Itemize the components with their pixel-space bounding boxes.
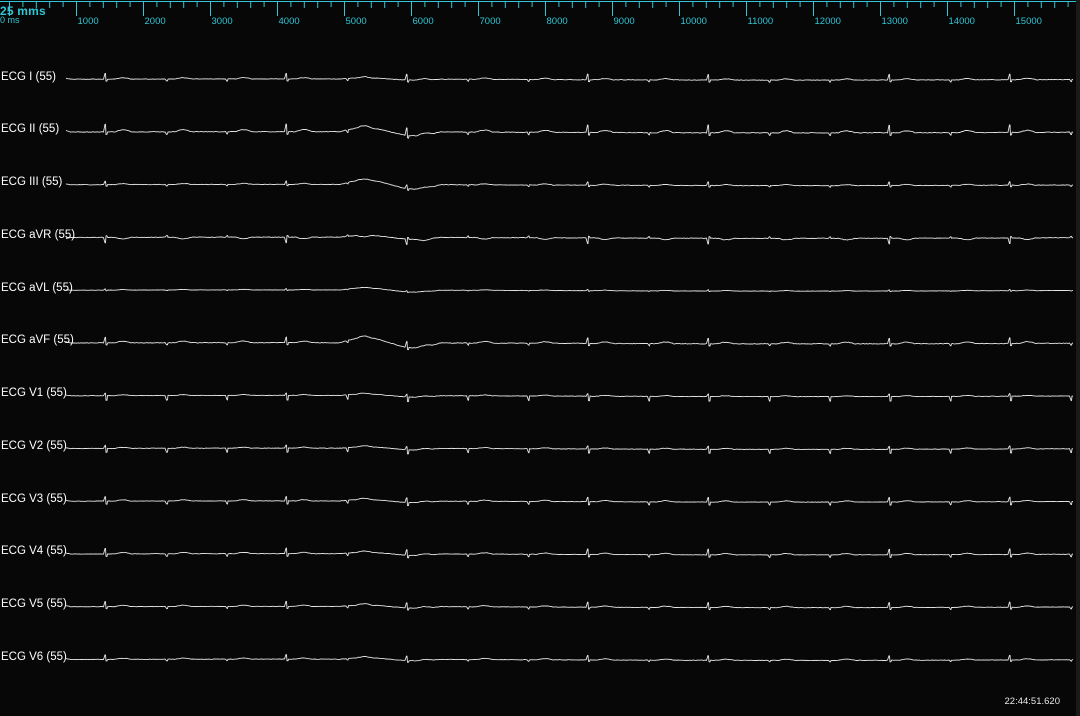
ecg-trace-v6 [65,654,1074,663]
lead-label-v5[interactable]: ECG V5 (55) [1,598,67,610]
ecg-viewer: 1000 2000 3000 4000 5000 6000 7000 8000 9000 1000… [0,0,1080,716]
lead-label-avf[interactable]: ECG aVF (55) [1,334,74,346]
lead-label-avl[interactable]: ECG aVL (55) [1,282,73,294]
ecg-waveforms [65,72,1074,663]
lead-label-i[interactable]: ECG I (55) [1,71,56,83]
lead-label-v2[interactable]: ECG V2 (55) [1,440,67,452]
ecg-traces-area[interactable] [0,0,1080,716]
lead-label-avr[interactable]: ECG aVR (55) [1,229,75,241]
ecg-trace-v3 [65,496,1074,507]
vertical-scrollbar[interactable] [1076,0,1080,716]
lead-label-v1[interactable]: ECG V1 (55) [1,387,67,399]
ecg-trace-v4 [65,547,1074,559]
lead-label-v6[interactable]: ECG V6 (55) [1,651,67,663]
lead-label-ii[interactable]: ECG II (55) [1,123,59,135]
ecg-trace-v1 [65,392,1074,402]
lead-label-v3[interactable]: ECG V3 (55) [1,493,67,505]
ecg-trace-iii [65,178,1074,191]
ecg-trace-v5 [65,600,1074,611]
ecg-trace-ii [65,123,1074,139]
ecg-trace-avr [65,234,1074,246]
timestamp: 22:44:51.620 [1004,696,1060,707]
ecg-trace-i [65,72,1073,83]
ecg-trace-v2 [65,444,1073,455]
ecg-trace-avf [65,335,1073,351]
lead-label-iii[interactable]: ECG III (55) [1,176,62,188]
ecg-trace-avl [65,286,1073,293]
lead-label-v4[interactable]: ECG V4 (55) [1,545,67,557]
